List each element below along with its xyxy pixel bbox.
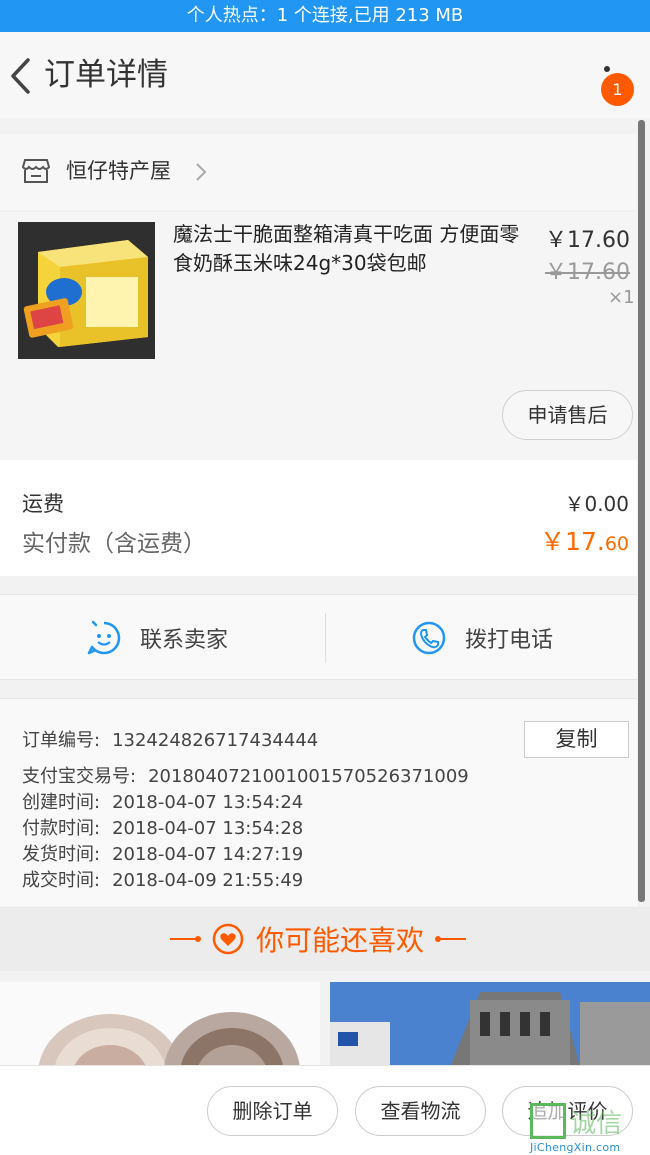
recommend-item-image[interactable]: [0, 982, 320, 1067]
scrollbar[interactable]: [638, 120, 645, 902]
product-image[interactable]: [18, 222, 155, 359]
alipay-label: 支付宝交易号:: [22, 766, 137, 787]
shipped-time-label: 发货时间:: [22, 844, 101, 865]
paid-amount-label: 实付款（含运费）: [22, 531, 206, 557]
created-time-value: 2018-04-07 13:54:24: [112, 792, 304, 813]
completed-time-label: 成交时间:: [22, 870, 101, 891]
contact-section: 联系卖家 拨打电话: [0, 594, 637, 680]
shop-name: 恒仔特产屋: [66, 159, 171, 183]
price-original: ￥17.60: [545, 260, 630, 285]
paid-time-row: 付款时间: 2018-04-07 13:54:28: [22, 817, 303, 841]
paid-time-label: 付款时间:: [22, 818, 101, 839]
paid-amount-cents: 60: [604, 533, 629, 555]
copy-button[interactable]: 复制: [524, 721, 629, 758]
alipay-row: 支付宝交易号: 2018040721001001570526371009: [22, 765, 469, 789]
decor-line-left: [170, 936, 201, 942]
shipped-time-value: 2018-04-07 14:27:19: [112, 844, 304, 865]
watermark: 诚信 JiChengXin.com: [530, 1103, 648, 1154]
recommend-header: 你可能还喜欢: [0, 907, 650, 971]
delete-order-button[interactable]: 删除订单: [207, 1086, 338, 1136]
created-time-row: 创建时间: 2018-04-07 13:54:24: [22, 791, 303, 815]
paid-amount-main: ￥17.: [540, 527, 605, 556]
after-sale-button[interactable]: 申请售后: [502, 390, 633, 440]
status-bar-text: 个人热点：1 个连接,已用 213 MB: [186, 5, 464, 26]
product-card[interactable]: 魔法士干脆面整箱清真干吃面 方便面零食奶酥玉米味24g*30袋包邮 ￥17.60…: [0, 212, 637, 460]
shipped-time-row: 发货时间: 2018-04-07 14:27:19: [22, 843, 303, 867]
call-phone-label: 拨打电话: [465, 628, 554, 653]
created-time-label: 创建时间:: [22, 792, 101, 813]
order-number-value: 132424826717434444: [112, 730, 319, 751]
completed-time-row: 成交时间: 2018-04-09 21:55:49: [22, 869, 303, 893]
order-number-label: 订单编号:: [22, 730, 101, 751]
alipay-value: 2018040721001001570526371009: [148, 766, 469, 787]
phone-icon: [412, 621, 446, 655]
page-title: 订单详情: [44, 57, 168, 93]
view-logistics-button[interactable]: 查看物流: [355, 1086, 486, 1136]
decor-line-right: [435, 936, 467, 942]
quantity: ×1: [608, 287, 635, 308]
watermark-url: JiChengXin.com: [530, 1141, 621, 1154]
shipping-label: 运费: [22, 492, 64, 516]
order-info: 订单编号: 132424826717434444 复制 支付宝交易号: 201804…: [0, 698, 637, 906]
nav-bar: 订单详情 1: [0, 32, 650, 118]
chevron-right-icon: [196, 163, 207, 181]
recommend-item-image[interactable]: [330, 982, 650, 1067]
shop-row[interactable]: 恒仔特产屋: [0, 134, 637, 210]
paid-time-value: 2018-04-07 13:54:28: [112, 818, 304, 839]
divider: [325, 613, 326, 663]
watermark-logo-icon: [530, 1103, 566, 1139]
chat-icon: [87, 620, 121, 655]
status-bar: 个人热点：1 个连接,已用 213 MB: [0, 0, 650, 32]
notification-badge: 1: [601, 73, 634, 106]
order-number-row: 订单编号: 132424826717434444: [22, 729, 318, 753]
store-icon: [22, 159, 50, 183]
price-current: ￥17.60: [545, 228, 630, 253]
heart-icon: [212, 923, 244, 955]
fee-section: 运费 ￥0.00 实付款（含运费） ￥17.60: [0, 460, 637, 576]
contact-seller-button[interactable]: 联系卖家: [86, 595, 228, 681]
contact-seller-label: 联系卖家: [140, 628, 229, 653]
watermark-text: 诚信: [570, 1109, 623, 1139]
completed-time-value: 2018-04-09 21:55:49: [112, 870, 304, 891]
product-title[interactable]: 魔法士干脆面整箱清真干吃面 方便面零食奶酥玉米味24g*30袋包邮: [173, 220, 538, 278]
call-phone-button[interactable]: 拨打电话: [411, 595, 553, 681]
shipping-value: ￥0.00: [564, 492, 629, 516]
recommend-title: 你可能还喜欢: [256, 924, 425, 957]
back-arrow-icon[interactable]: [8, 56, 34, 96]
paid-amount-value: ￥17.60: [540, 522, 629, 558]
